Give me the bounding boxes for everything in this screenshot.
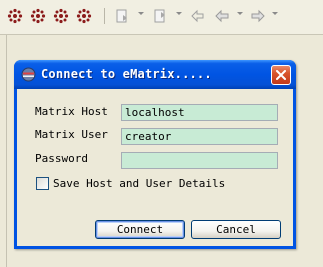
debug-launch-icon[interactable] [5, 6, 25, 26]
run-external-icon[interactable] [51, 6, 71, 26]
close-button[interactable] [271, 65, 291, 85]
workspace-divider [6, 35, 7, 267]
previous-annotation-icon[interactable] [150, 6, 170, 26]
save-details-label[interactable]: Save Host and User Details [53, 177, 225, 191]
cancel-button[interactable]: Cancel [191, 220, 281, 239]
run-icon[interactable] [28, 6, 48, 26]
dialog-title: Connect to eMatrix..... [41, 67, 212, 81]
password-input[interactable] [121, 152, 278, 169]
chevron-down-icon[interactable] [138, 12, 144, 15]
next-annotation-icon[interactable] [112, 6, 132, 26]
dialog-body: Matrix Host Matrix User Password Save Ho… [17, 89, 293, 246]
back-icon[interactable] [212, 6, 232, 26]
chevron-down-icon[interactable] [272, 12, 278, 15]
connect-button[interactable]: Connect [95, 220, 185, 239]
main-toolbar [0, 0, 323, 35]
matrix-host-input[interactable] [121, 104, 278, 121]
matrix-user-label: Matrix User [35, 128, 108, 141]
last-edit-icon[interactable] [188, 6, 208, 26]
password-label: Password [35, 152, 88, 165]
connect-dialog: Connect to eMatrix..... Matrix Host Matr… [14, 60, 296, 249]
external-tools-icon[interactable] [74, 6, 94, 26]
chevron-down-icon[interactable] [176, 12, 182, 15]
matrix-host-label: Matrix Host [35, 105, 108, 118]
save-details-checkbox[interactable] [36, 177, 49, 190]
close-icon [276, 70, 286, 80]
connect-app-icon [21, 67, 36, 82]
chevron-down-icon[interactable] [237, 12, 243, 15]
toolbar-separator [104, 8, 105, 24]
forward-icon[interactable] [248, 6, 268, 26]
dialog-titlebar[interactable]: Connect to eMatrix..... [14, 60, 296, 89]
matrix-user-input[interactable] [121, 128, 278, 145]
